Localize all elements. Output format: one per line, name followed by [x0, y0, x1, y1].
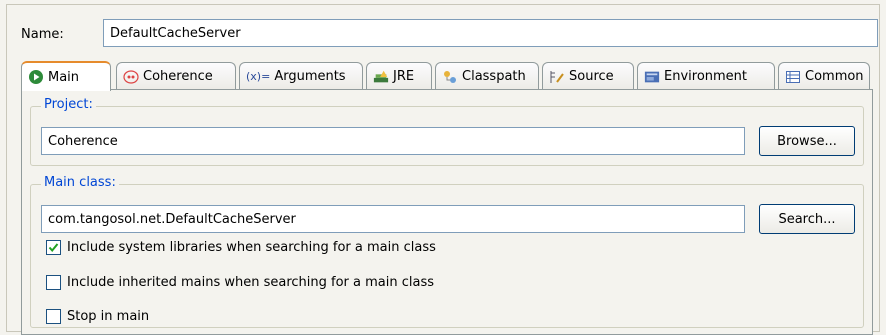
- browse-button[interactable]: Browse...: [759, 126, 855, 156]
- search-button[interactable]: Search...: [759, 204, 855, 234]
- tab-classpath-label: Classpath: [462, 69, 526, 84]
- include-system-libraries-label: Include system libraries when searching …: [67, 240, 436, 255]
- project-legend: Project:: [41, 97, 96, 112]
- include-inherited-mains-option[interactable]: Include inherited mains when searching f…: [46, 275, 434, 290]
- tab-jre[interactable]: JRE: [366, 62, 432, 90]
- main-class-group: Main class: Search...: [30, 175, 864, 328]
- main-icon: [28, 69, 44, 85]
- include-inherited-mains-label: Include inherited mains when searching f…: [67, 275, 435, 290]
- project-input[interactable]: [41, 127, 745, 155]
- main-tab-panel: Project: Browse... Main class: Search...…: [21, 89, 873, 335]
- tab-coherence[interactable]: Coherence: [116, 62, 236, 90]
- include-system-libraries-option[interactable]: Include system libraries when searching …: [46, 240, 436, 255]
- tab-main[interactable]: Main: [21, 61, 111, 91]
- tab-bar: Main Coherence (x)= Arguments JRE Classp…: [21, 61, 873, 91]
- project-group: Project: Browse...: [30, 97, 864, 166]
- tab-jre-label: JRE: [393, 69, 415, 84]
- arguments-icon: (x)=: [246, 70, 271, 83]
- main-class-input[interactable]: [41, 205, 745, 233]
- common-icon: [785, 69, 801, 85]
- stop-in-main-checkbox[interactable]: [46, 309, 61, 324]
- tab-arguments[interactable]: (x)= Arguments: [239, 62, 363, 90]
- main-class-legend: Main class:: [41, 175, 119, 190]
- tab-arguments-label: Arguments: [274, 69, 346, 84]
- launch-configuration-dialog: Name: Main Coherence (x)= Arguments JRE: [6, 4, 880, 335]
- tab-environment[interactable]: Environment: [637, 62, 775, 90]
- classpath-icon: [442, 69, 458, 85]
- tab-source[interactable]: Source: [542, 62, 634, 90]
- tab-coherence-label: Coherence: [143, 69, 213, 84]
- checkmark-icon: [48, 243, 59, 253]
- name-label: Name:: [21, 27, 64, 42]
- tab-classpath[interactable]: Classpath: [435, 62, 539, 90]
- tab-source-label: Source: [569, 69, 614, 84]
- environment-icon: [644, 69, 660, 85]
- tab-common-label: Common: [805, 69, 864, 84]
- source-icon: [549, 69, 565, 85]
- include-inherited-mains-checkbox[interactable]: [46, 275, 61, 290]
- coherence-icon: [123, 69, 139, 85]
- stop-in-main-label: Stop in main: [67, 309, 150, 324]
- name-input[interactable]: [103, 19, 878, 47]
- tab-environment-label: Environment: [664, 69, 748, 84]
- jre-icon: [373, 69, 389, 85]
- tab-main-label: Main: [48, 69, 80, 85]
- tab-common[interactable]: Common: [778, 62, 870, 90]
- include-system-libraries-checkbox[interactable]: [46, 240, 61, 255]
- stop-in-main-option[interactable]: Stop in main: [46, 309, 149, 324]
